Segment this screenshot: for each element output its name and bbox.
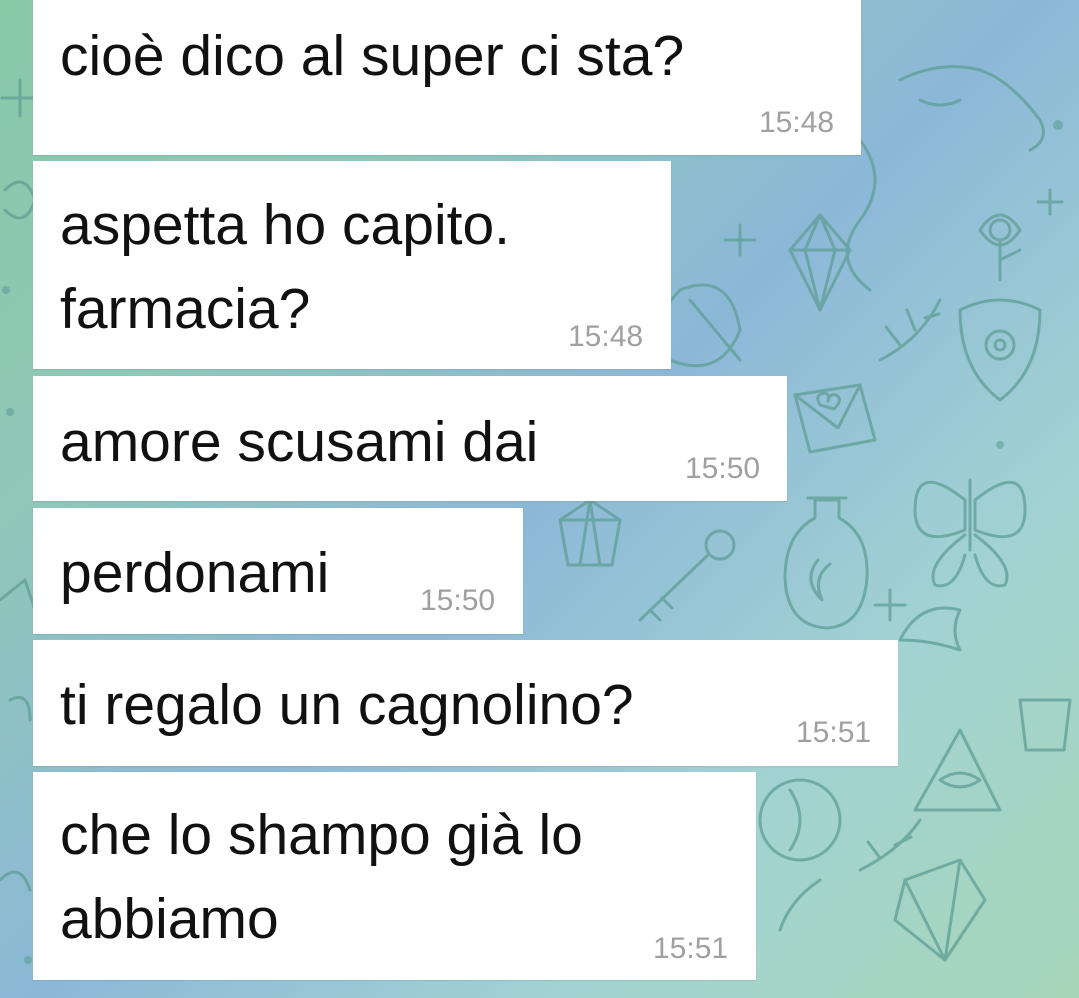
message-bubble[interactable]: cioè dico al super ci sta? 15:48 [33, 0, 861, 155]
message-text: ti regalo un cagnolino? [60, 673, 634, 737]
message-bubble[interactable]: aspetta ho capito. farmacia? 15:48 [33, 161, 671, 369]
message-timestamp: 15:48 [759, 106, 835, 139]
message-text: amore scusami dai [60, 410, 539, 474]
message-timestamp: 15:48 [568, 320, 644, 353]
message-timestamp: 15:50 [685, 452, 761, 485]
message-timestamp: 15:51 [796, 716, 872, 749]
message-timestamp: 15:50 [420, 584, 496, 617]
message-timestamp: 15:51 [653, 932, 729, 965]
message-bubble[interactable]: ti regalo un cagnolino? 15:51 [33, 640, 898, 766]
message-text: che lo shampo già lo abbiamo [60, 803, 583, 951]
message-bubble[interactable]: amore scusami dai 15:50 [33, 376, 787, 501]
message-bubble[interactable]: che lo shampo già lo abbiamo 15:51 [33, 772, 756, 980]
message-bubble[interactable]: perdonami 15:50 [33, 508, 523, 634]
message-list: cioè dico al super ci sta? 15:48 aspetta… [0, 0, 1079, 998]
message-text: cioè dico al super ci sta? [60, 24, 685, 88]
